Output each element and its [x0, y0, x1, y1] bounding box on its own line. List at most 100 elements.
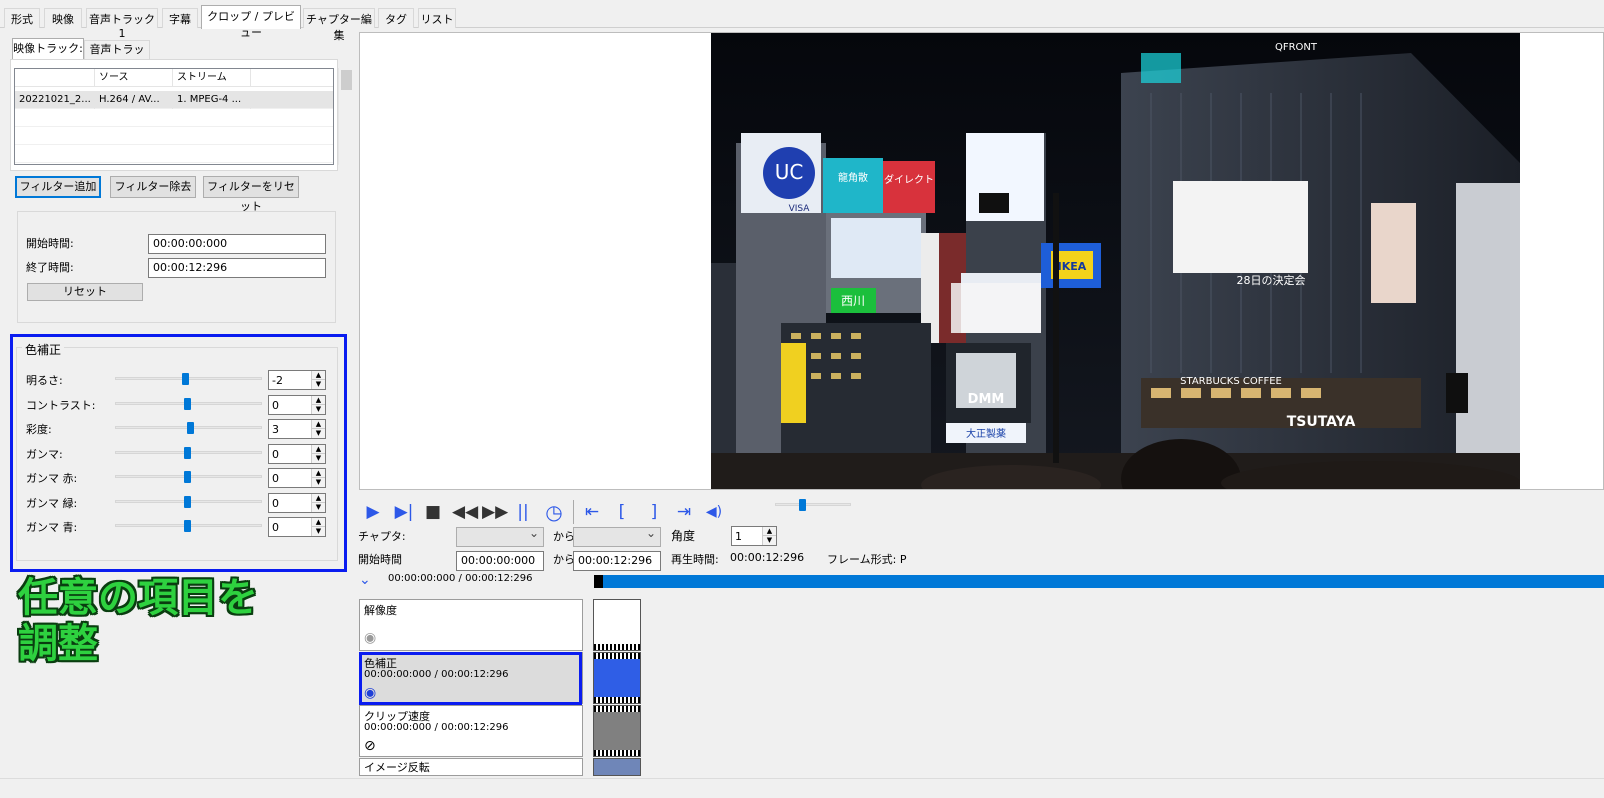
sign-kinwan: 龍角散	[838, 171, 868, 184]
reset-filter-button[interactable]: フィルターをリセット	[203, 176, 299, 213]
chapter-label: チャプタ:	[358, 530, 406, 543]
add-filter-button[interactable]: フィルター追加	[15, 176, 101, 198]
param-label: ガンマ:	[26, 448, 63, 461]
angle-spinner[interactable]: 1 ▲ ▼	[731, 526, 777, 546]
chapter-from-select[interactable]	[456, 526, 544, 547]
player-end-field[interactable]: 00:00:12:296	[573, 551, 661, 571]
param-slider-thumb[interactable]	[184, 520, 191, 532]
tab-audio-track[interactable]: 音声トラック 1	[86, 8, 158, 40]
go-to-start-icon[interactable]: ⇤	[581, 501, 603, 523]
spin-down-icon[interactable]: ▼	[311, 503, 325, 512]
spin-up-icon[interactable]: ▲	[311, 445, 325, 454]
tab-crop-preview[interactable]: クロップ / プレビュー	[201, 5, 301, 39]
spin-down-icon[interactable]: ▼	[311, 429, 325, 438]
param-spinner[interactable]: 3 ▲ ▼	[268, 419, 326, 439]
set-out-point-icon[interactable]: ]	[643, 501, 665, 523]
param-spinner[interactable]: -2 ▲ ▼	[268, 370, 326, 390]
param-spinner[interactable]: 0 ▲ ▼	[268, 395, 326, 415]
param-slider-thumb[interactable]	[182, 373, 189, 385]
spin-down-icon[interactable]: ▼	[311, 478, 325, 487]
play-icon[interactable]: ▶	[362, 501, 384, 523]
param-spinner[interactable]: 0 ▲ ▼	[268, 444, 326, 464]
spin-down-icon[interactable]: ▼	[311, 454, 325, 463]
stop-icon[interactable]: ■	[422, 501, 444, 523]
spin-up-icon[interactable]: ▲	[762, 527, 776, 536]
table-row	[15, 109, 333, 127]
banner-text: 28日の決定会	[1237, 273, 1306, 287]
eye-icon[interactable]: ◉	[364, 630, 376, 646]
spin-down-icon[interactable]: ▼	[311, 405, 325, 414]
taisho-sign: 大正製薬	[966, 427, 1006, 440]
param-spinner[interactable]: 0 ▲ ▼	[268, 468, 326, 488]
param-spinner[interactable]: 0 ▲ ▼	[268, 493, 326, 513]
reset-time-button[interactable]: リセット	[27, 283, 143, 301]
callout-annotation: 任意の項目を 調整	[18, 575, 258, 667]
tab-video[interactable]: 映像	[44, 8, 82, 28]
tab-bar: 形式 映像 音声トラック 1 字幕 クロップ / プレビュー チャプター編集 タ…	[0, 0, 1604, 42]
qfront-sign: QFRONT	[1275, 42, 1318, 53]
param-spinner[interactable]: 0 ▲ ▼	[268, 517, 326, 537]
param-slider-thumb[interactable]	[184, 398, 191, 410]
filter-item-resolution[interactable]: 解像度 ◉	[359, 599, 583, 651]
tab-chapter-edit[interactable]: チャプター編集	[303, 8, 375, 42]
header-source[interactable]: ソース	[95, 69, 173, 87]
param-value: 3	[272, 423, 279, 436]
spin-up-icon[interactable]: ▲	[311, 371, 325, 380]
spin-down-icon[interactable]: ▼	[311, 527, 325, 536]
eye-hidden-icon[interactable]: ⊘	[364, 738, 376, 754]
header-cell	[15, 69, 95, 87]
go-to-end-icon[interactable]: ⇥	[673, 501, 695, 523]
uc-sign: UC	[775, 160, 804, 184]
end-time-field[interactable]: 00:00:12:296	[148, 258, 326, 278]
param-value: 0	[272, 472, 279, 485]
filter-item-image-flip[interactable]: イメージ反転	[359, 758, 583, 776]
spin-up-icon[interactable]: ▲	[311, 469, 325, 478]
chapter-to-select[interactable]	[573, 526, 661, 547]
cell-file: 20221021_2...	[15, 91, 95, 109]
table-row[interactable]: 20221021_2... H.264 / AV... 1. MPEG-4 ..…	[15, 91, 333, 109]
fast-forward-icon[interactable]: ▶▶	[482, 501, 508, 523]
param-slider-thumb[interactable]	[187, 422, 194, 434]
timeline-playhead[interactable]	[594, 575, 603, 588]
scrollbar-thumb[interactable]	[341, 70, 352, 90]
tab-list[interactable]: リスト	[418, 8, 456, 28]
tab-format[interactable]: 形式	[4, 8, 40, 28]
tab-tags[interactable]: タグ	[378, 8, 414, 28]
tab-subtitles[interactable]: 字幕	[162, 8, 198, 28]
track-scrollbar[interactable]	[338, 68, 354, 165]
remove-filter-button[interactable]: フィルター除去	[110, 176, 196, 198]
start-time-label: 開始時間:	[26, 237, 74, 250]
collapse-chevron-icon[interactable]: ⌄	[359, 572, 371, 588]
volume-slider-thumb[interactable]	[799, 499, 806, 511]
spin-up-icon[interactable]: ▲	[311, 420, 325, 429]
start-time-field[interactable]: 00:00:00:000	[148, 234, 326, 254]
volume-slider[interactable]	[775, 503, 851, 506]
clock-icon[interactable]: ◷	[543, 501, 565, 523]
starbucks-sign: STARBUCKS COFFEE	[1180, 376, 1282, 387]
table-row	[15, 127, 333, 145]
spin-up-icon[interactable]: ▲	[311, 518, 325, 527]
end-time-label: 終了時間:	[26, 261, 74, 274]
param-slider-thumb[interactable]	[184, 471, 191, 483]
timeline-bar[interactable]	[594, 575, 1604, 588]
next-frame-icon[interactable]: ||▶	[512, 501, 534, 544]
spin-down-icon[interactable]: ▼	[311, 380, 325, 389]
callout-line-1: 任意の項目を	[18, 575, 258, 621]
tab-video-track[interactable]: 映像トラック:	[12, 38, 84, 60]
set-in-point-icon[interactable]: [	[611, 501, 633, 523]
spin-up-icon[interactable]: ▲	[311, 494, 325, 503]
spin-up-icon[interactable]: ▲	[311, 396, 325, 405]
tab-audio-track-list[interactable]: 音声トラック:	[84, 40, 150, 74]
volume-icon[interactable]: ◀)	[703, 501, 725, 523]
filmstrip-color-correction	[593, 652, 641, 704]
visa-sign: VISA	[789, 204, 811, 214]
param-slider-thumb[interactable]	[184, 496, 191, 508]
filmstrip-image-flip	[593, 758, 641, 776]
step-forward-icon[interactable]: ▶|	[393, 501, 415, 523]
param-slider-thumb[interactable]	[184, 447, 191, 459]
rewind-icon[interactable]: ◀◀	[452, 501, 478, 523]
filter-item-clip-speed[interactable]: クリップ速度 00:00:00:000 / 00:00:12:296 ⊘	[359, 705, 583, 757]
spin-down-icon[interactable]: ▼	[762, 536, 776, 545]
player-start-field[interactable]: 00:00:00:000	[456, 551, 544, 571]
header-stream[interactable]: ストリーム	[173, 69, 251, 87]
